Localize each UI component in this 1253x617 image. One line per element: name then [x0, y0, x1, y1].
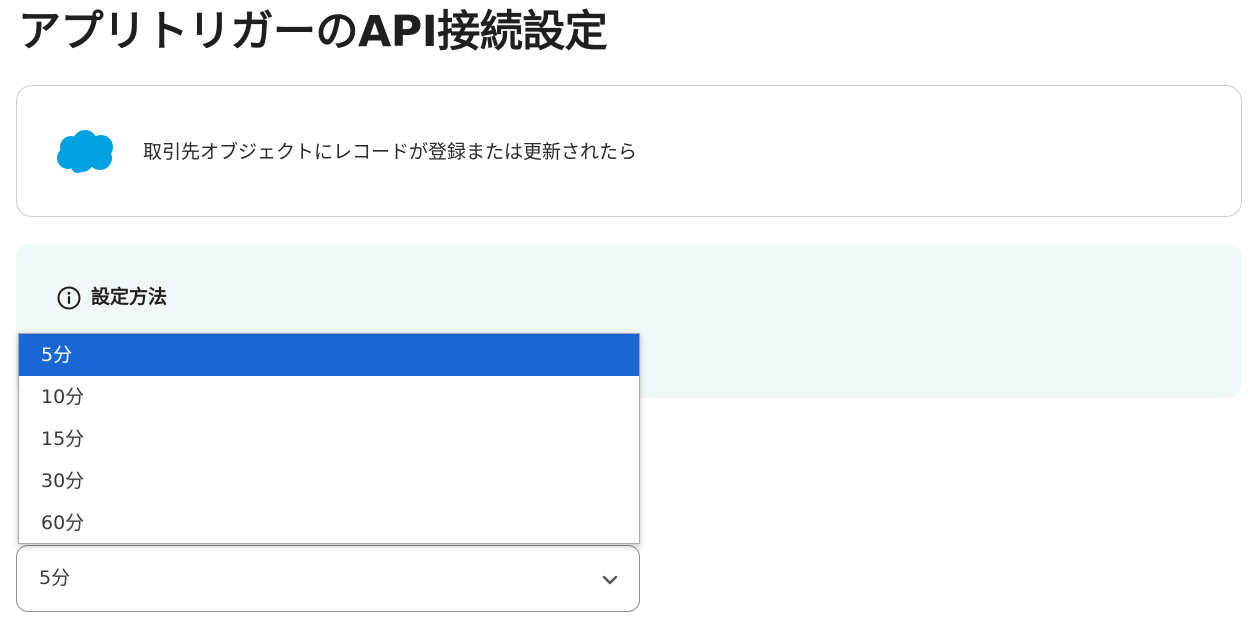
trigger-card: 取引先オブジェクトにレコードが登録または更新されたら: [16, 85, 1242, 217]
interval-dropdown-list: 5分 10分 15分 30分 60分: [18, 333, 640, 544]
info-title: 設定方法: [91, 286, 168, 308]
page-title: アプリトリガーのAPI接続設定: [18, 7, 608, 57]
salesforce-cloud-icon: [57, 130, 113, 173]
info-circle-icon: [57, 286, 81, 310]
interval-option[interactable]: 60分: [19, 502, 639, 544]
interval-option[interactable]: 15分: [19, 418, 639, 460]
interval-option[interactable]: 10分: [19, 376, 639, 418]
trigger-description: 取引先オブジェクトにレコードが登録または更新されたら: [143, 141, 638, 163]
interval-select[interactable]: 5分: [16, 545, 640, 612]
interval-select-value: 5分: [39, 567, 71, 589]
interval-option[interactable]: 5分: [19, 334, 639, 376]
interval-option[interactable]: 30分: [19, 460, 639, 502]
chevron-down-icon: [602, 575, 618, 585]
page: アプリトリガーのAPI接続設定 取引先オブジェクトにレコードが登録または更新され…: [0, 0, 1253, 617]
